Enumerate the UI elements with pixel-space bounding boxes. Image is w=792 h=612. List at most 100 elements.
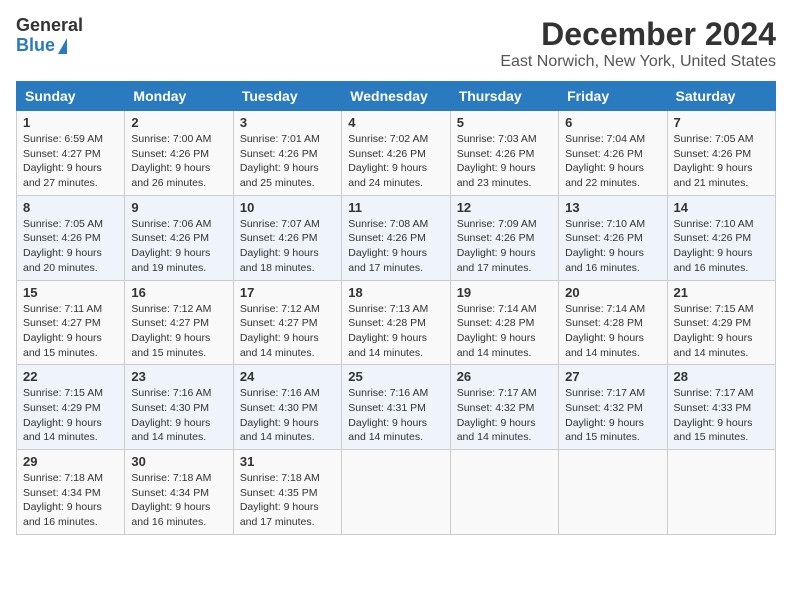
calendar-cell: 13 Sunrise: 7:10 AMSunset: 4:26 PMDayligh… [559, 195, 667, 280]
day-number: 21 [674, 285, 769, 300]
calendar-cell: 29Sunrise: 7:18 AMSunset: 4:34 PMDayligh… [17, 450, 125, 535]
day-number: 27 [565, 369, 660, 384]
day-info: Sunrise: 7:07 AMSunset: 4:26 PMDaylight:… [240, 217, 335, 276]
calendar-cell: 6 Sunrise: 7:04 AMSunset: 4:26 PMDaylight… [559, 111, 667, 196]
day-number: 1 [23, 115, 118, 130]
logo-blue-text: Blue [16, 36, 55, 56]
day-info: Sunrise: 7:02 AMSunset: 4:26 PMDaylight:… [348, 132, 443, 191]
logo-triangle-icon [58, 38, 67, 54]
day-info: Sunrise: 7:18 AMSunset: 4:35 PMDaylight:… [240, 471, 335, 530]
day-info: Sunrise: 7:04 AMSunset: 4:26 PMDaylight:… [565, 132, 660, 191]
day-info: Sunrise: 7:09 AMSunset: 4:26 PMDaylight:… [457, 217, 552, 276]
day-info: Sunrise: 7:17 AMSunset: 4:32 PMDaylight:… [457, 386, 552, 445]
day-info: Sunrise: 7:16 AMSunset: 4:30 PMDaylight:… [131, 386, 226, 445]
day-info: Sunrise: 7:10 AMSunset: 4:26 PMDaylight:… [674, 217, 769, 276]
day-info: Sunrise: 7:10 AMSunset: 4:26 PMDaylight:… [565, 217, 660, 276]
calendar-cell: 31 Sunrise: 7:18 AMSunset: 4:35 PMDayligh… [233, 450, 341, 535]
day-info: Sunrise: 7:15 AMSunset: 4:29 PMDaylight:… [23, 386, 118, 445]
day-number: 31 [240, 454, 335, 469]
calendar-cell: 5 Sunrise: 7:03 AMSunset: 4:26 PMDaylight… [450, 111, 558, 196]
day-number: 24 [240, 369, 335, 384]
day-number: 8 [23, 200, 118, 215]
day-number: 30 [131, 454, 226, 469]
day-number: 22 [23, 369, 118, 384]
calendar-cell: 7Sunrise: 7:05 AMSunset: 4:26 PMDaylight… [667, 111, 775, 196]
day-of-week-header: Monday [125, 82, 233, 111]
day-number: 25 [348, 369, 443, 384]
calendar-cell: 19Sunrise: 7:14 AMSunset: 4:28 PMDayligh… [450, 280, 558, 365]
title-area: December 2024 East Norwich, New York, Un… [500, 16, 776, 71]
calendar-cell: 15 Sunrise: 7:11 AMSunset: 4:27 PMDayligh… [17, 280, 125, 365]
day-info: Sunrise: 6:59 AMSunset: 4:27 PMDaylight:… [23, 132, 118, 191]
day-info: Sunrise: 7:12 AMSunset: 4:27 PMDaylight:… [240, 302, 335, 361]
calendar-cell [559, 450, 667, 535]
calendar-cell: 17 Sunrise: 7:12 AMSunset: 4:27 PMDayligh… [233, 280, 341, 365]
day-of-week-header: Tuesday [233, 82, 341, 111]
day-number: 3 [240, 115, 335, 130]
day-number: 10 [240, 200, 335, 215]
day-info: Sunrise: 7:01 AMSunset: 4:26 PMDaylight:… [240, 132, 335, 191]
calendar-cell: 10 Sunrise: 7:07 AMSunset: 4:26 PMDayligh… [233, 195, 341, 280]
day-of-week-header: Sunday [17, 82, 125, 111]
logo-general-text: General [16, 16, 83, 36]
day-number: 23 [131, 369, 226, 384]
day-info: Sunrise: 7:17 AMSunset: 4:33 PMDaylight:… [674, 386, 769, 445]
day-number: 15 [23, 285, 118, 300]
calendar-cell: 14Sunrise: 7:10 AMSunset: 4:26 PMDayligh… [667, 195, 775, 280]
day-of-week-header: Friday [559, 82, 667, 111]
calendar-week-row: 8 Sunrise: 7:05 AMSunset: 4:26 PMDaylight… [17, 195, 776, 280]
day-number: 12 [457, 200, 552, 215]
day-info: Sunrise: 7:08 AMSunset: 4:26 PMDaylight:… [348, 217, 443, 276]
day-info: Sunrise: 7:00 AMSunset: 4:26 PMDaylight:… [131, 132, 226, 191]
day-info: Sunrise: 7:11 AMSunset: 4:27 PMDaylight:… [23, 302, 118, 361]
day-info: Sunrise: 7:18 AMSunset: 4:34 PMDaylight:… [131, 471, 226, 530]
day-info: Sunrise: 7:16 AMSunset: 4:30 PMDaylight:… [240, 386, 335, 445]
day-number: 6 [565, 115, 660, 130]
day-number: 9 [131, 200, 226, 215]
calendar-week-row: 15 Sunrise: 7:11 AMSunset: 4:27 PMDayligh… [17, 280, 776, 365]
day-number: 28 [674, 369, 769, 384]
calendar-cell: 3 Sunrise: 7:01 AMSunset: 4:26 PMDaylight… [233, 111, 341, 196]
calendar-cell: 21 Sunrise: 7:15 AMSunset: 4:29 PMDayligh… [667, 280, 775, 365]
day-number: 13 [565, 200, 660, 215]
day-number: 18 [348, 285, 443, 300]
day-info: Sunrise: 7:03 AMSunset: 4:26 PMDaylight:… [457, 132, 552, 191]
calendar-week-row: 22 Sunrise: 7:15 AMSunset: 4:29 PMDayligh… [17, 365, 776, 450]
calendar-cell: 23 Sunrise: 7:16 AMSunset: 4:30 PMDayligh… [125, 365, 233, 450]
calendar-cell: 24 Sunrise: 7:16 AMSunset: 4:30 PMDayligh… [233, 365, 341, 450]
day-info: Sunrise: 7:05 AMSunset: 4:26 PMDaylight:… [23, 217, 118, 276]
calendar-cell: 28 Sunrise: 7:17 AMSunset: 4:33 PMDayligh… [667, 365, 775, 450]
day-of-week-header: Wednesday [342, 82, 450, 111]
calendar-cell: 12 Sunrise: 7:09 AMSunset: 4:26 PMDayligh… [450, 195, 558, 280]
day-number: 26 [457, 369, 552, 384]
calendar-cell: 20Sunrise: 7:14 AMSunset: 4:28 PMDayligh… [559, 280, 667, 365]
day-info: Sunrise: 7:17 AMSunset: 4:32 PMDaylight:… [565, 386, 660, 445]
calendar-week-row: 1 Sunrise: 6:59 AMSunset: 4:27 PMDaylight… [17, 111, 776, 196]
day-info: Sunrise: 7:16 AMSunset: 4:31 PMDaylight:… [348, 386, 443, 445]
day-info: Sunrise: 7:18 AMSunset: 4:34 PMDaylight:… [23, 471, 118, 530]
day-info: Sunrise: 7:13 AMSunset: 4:28 PMDaylight:… [348, 302, 443, 361]
calendar-cell: 1 Sunrise: 6:59 AMSunset: 4:27 PMDaylight… [17, 111, 125, 196]
logo: General Blue [16, 16, 83, 56]
day-info: Sunrise: 7:15 AMSunset: 4:29 PMDaylight:… [674, 302, 769, 361]
day-number: 11 [348, 200, 443, 215]
calendar-cell: 4Sunrise: 7:02 AMSunset: 4:26 PMDaylight… [342, 111, 450, 196]
calendar-cell: 27 Sunrise: 7:17 AMSunset: 4:32 PMDayligh… [559, 365, 667, 450]
day-info: Sunrise: 7:14 AMSunset: 4:28 PMDaylight:… [565, 302, 660, 361]
day-number: 7 [674, 115, 769, 130]
day-of-week-header: Saturday [667, 82, 775, 111]
calendar-cell: 25 Sunrise: 7:16 AMSunset: 4:31 PMDayligh… [342, 365, 450, 450]
day-number: 17 [240, 285, 335, 300]
calendar-cell: 16 Sunrise: 7:12 AMSunset: 4:27 PMDayligh… [125, 280, 233, 365]
page-subtitle: East Norwich, New York, United States [500, 53, 776, 71]
day-number: 16 [131, 285, 226, 300]
day-number: 2 [131, 115, 226, 130]
calendar-body: 1 Sunrise: 6:59 AMSunset: 4:27 PMDaylight… [17, 111, 776, 535]
days-of-week-row: SundayMondayTuesdayWednesdayThursdayFrid… [17, 82, 776, 111]
day-info: Sunrise: 7:12 AMSunset: 4:27 PMDaylight:… [131, 302, 226, 361]
calendar-cell [450, 450, 558, 535]
calendar-week-row: 29Sunrise: 7:18 AMSunset: 4:34 PMDayligh… [17, 450, 776, 535]
day-info: Sunrise: 7:14 AMSunset: 4:28 PMDaylight:… [457, 302, 552, 361]
day-number: 5 [457, 115, 552, 130]
calendar-cell: 8 Sunrise: 7:05 AMSunset: 4:26 PMDaylight… [17, 195, 125, 280]
